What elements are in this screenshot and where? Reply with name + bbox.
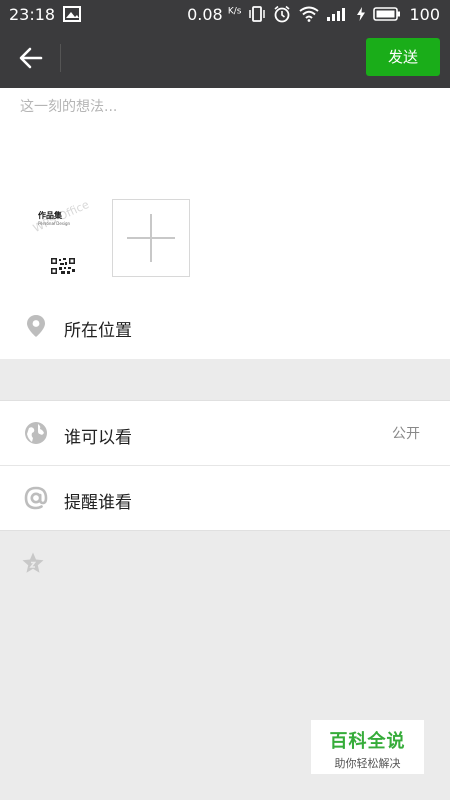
status-bar-right: 0.08 K/s 100 — [187, 5, 440, 24]
visibility-value: 公开 — [392, 426, 420, 442]
image-icon — [63, 6, 82, 22]
attached-image-thumbnail[interactable]: WPS Office 作品集 Personal Design — [21, 200, 97, 276]
site-watermark: 百科全说 助你轻松解决 — [311, 720, 424, 774]
privacy-card: 谁可以看 公开 提醒谁看 — [0, 400, 450, 531]
visibility-label: 谁可以看 — [64, 428, 132, 448]
location-label: 所在位置 — [64, 321, 132, 341]
star-icon[interactable] — [21, 551, 45, 575]
status-bar: 23:18 0.08 K/s 100 — [0, 0, 450, 28]
thumbnail-subtitle: Personal Design — [38, 221, 71, 226]
network-speed-unit: K/s — [227, 6, 242, 17]
watermark-title: 百科全说 — [329, 731, 406, 752]
globe-icon — [25, 422, 47, 444]
battery-level: 100 — [409, 4, 440, 24]
at-icon — [24, 486, 48, 510]
compose-area: WPS Office 作品集 Personal Design 所在位置 — [0, 88, 450, 359]
location-pin-icon — [27, 315, 45, 337]
signal-icon — [327, 8, 346, 21]
bolt-icon — [357, 7, 366, 21]
title-divider — [60, 44, 61, 72]
vibrate-icon — [249, 6, 266, 22]
network-speed-value: 0.08 — [187, 4, 223, 24]
alarm-icon — [274, 5, 290, 23]
network-speed: 0.08 K/s — [187, 5, 241, 24]
status-time: 23:18 — [9, 4, 56, 24]
mention-row[interactable]: 提醒谁看 — [0, 466, 450, 530]
add-image-button[interactable] — [112, 199, 190, 277]
watermark-subtitle: 助你轻松解决 — [334, 757, 401, 770]
post-text-input[interactable] — [20, 96, 430, 180]
wifi-icon — [299, 6, 320, 22]
status-bar-left: 23:18 — [9, 4, 82, 24]
visibility-row[interactable]: 谁可以看 公开 — [0, 401, 450, 465]
thumbnail-title: 作品集 — [38, 211, 62, 220]
arrow-left-icon[interactable] — [16, 43, 46, 73]
send-button[interactable]: 发送 — [366, 38, 440, 76]
qr-code-icon — [50, 257, 76, 275]
title-bar: 发送 — [0, 28, 450, 88]
mention-label: 提醒谁看 — [64, 493, 132, 513]
location-row[interactable]: 所在位置 — [0, 294, 450, 359]
battery-icon — [373, 7, 401, 21]
